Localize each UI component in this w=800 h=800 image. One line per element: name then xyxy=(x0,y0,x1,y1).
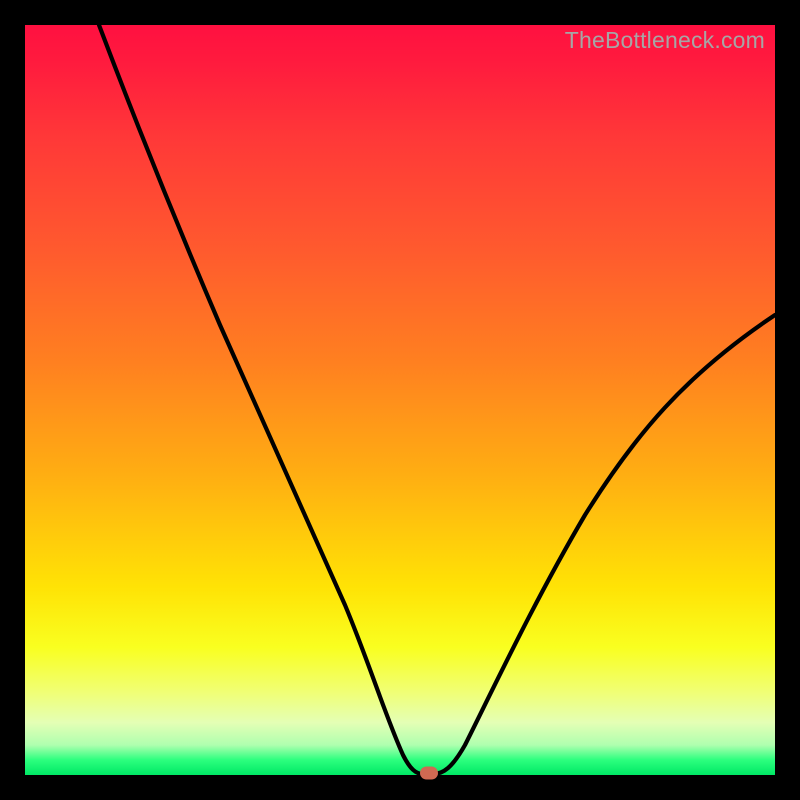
bottleneck-curve xyxy=(25,25,775,775)
minimum-marker xyxy=(420,767,438,780)
curve-path xyxy=(99,25,775,774)
chart-frame: TheBottleneck.com xyxy=(0,0,800,800)
plot-area: TheBottleneck.com xyxy=(25,25,775,775)
